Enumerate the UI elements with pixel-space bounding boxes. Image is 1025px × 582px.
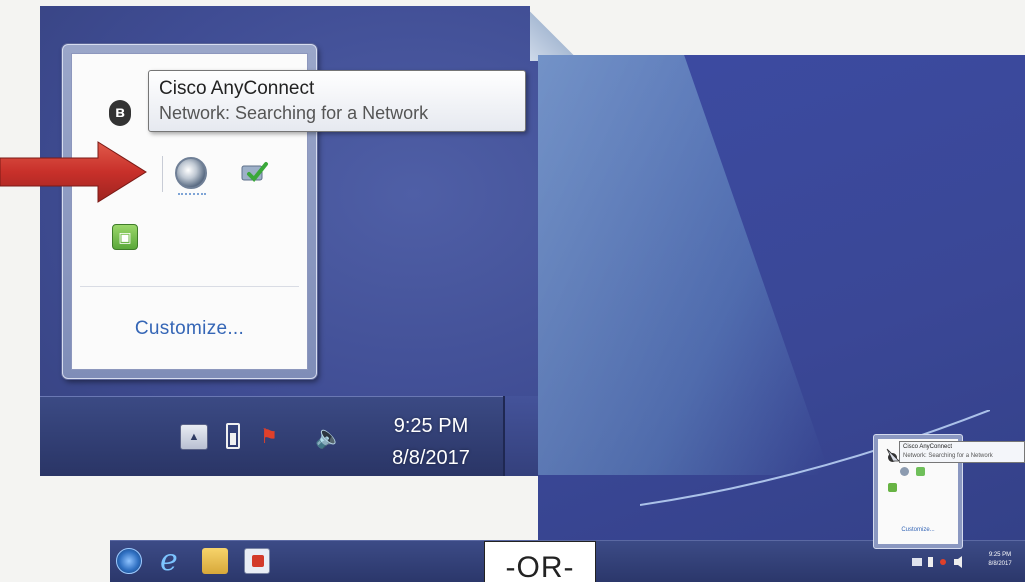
mini-green-app-icon xyxy=(888,483,897,492)
tooltip-status-text: Network: Searching for a Network xyxy=(159,103,429,123)
mini-anyconnect-tooltip: Cisco AnyConnect Network: Searching for … xyxy=(899,441,1025,463)
network-check-icon[interactable] xyxy=(239,160,269,186)
battery-icon[interactable] xyxy=(226,423,240,449)
tooltip-title: Cisco AnyConnect xyxy=(159,78,315,99)
mini-customize-link: Customize... xyxy=(901,527,935,533)
clock-date: 8/8/2017 xyxy=(392,447,470,469)
mini-tray-icons xyxy=(912,556,962,568)
or-separator-label: -OR- xyxy=(484,541,596,582)
internet-explorer-icon[interactable]: e xyxy=(160,546,186,576)
cisco-anyconnect-icon[interactable] xyxy=(175,157,207,189)
mini-network-check-icon xyxy=(916,467,925,476)
mini-tooltip-text: Network: Searching for a Network xyxy=(903,453,993,459)
anyconnect-tooltip: Cisco AnyConnect Network: Searching for … xyxy=(148,70,526,132)
icon-divider xyxy=(162,156,163,192)
red-arrow-icon xyxy=(0,141,147,203)
popup-divider xyxy=(80,286,299,287)
mini-taskbar-clock: 9:25 PM 8/8/2017 xyxy=(980,551,1020,569)
volume-icon[interactable]: 🔈 xyxy=(315,424,342,450)
bluetooth-icon[interactable]: ʙ xyxy=(109,100,131,126)
mini-pointer-arrow-icon xyxy=(886,448,900,462)
mini-anyconnect-icon xyxy=(900,467,909,476)
start-orb-icon[interactable] xyxy=(116,548,142,574)
customize-link[interactable]: Customize... xyxy=(72,318,307,340)
show-hidden-icons-button[interactable]: ▲ xyxy=(180,424,208,450)
green-app-icon[interactable]: ▣ xyxy=(112,224,138,250)
taskbar-clock[interactable]: 9:25 PM 8/8/2017 xyxy=(376,410,486,474)
page-fold-corner xyxy=(530,6,575,61)
action-center-icon[interactable]: ⚑ xyxy=(260,426,284,448)
clock-time: 9:25 PM xyxy=(393,415,469,437)
mini-clock-date: 8/8/2017 xyxy=(988,561,1012,567)
anyconnect-status-indicator xyxy=(178,193,206,196)
media-player-icon[interactable] xyxy=(244,548,270,574)
mini-tooltip-title: Cisco AnyConnect xyxy=(903,444,953,450)
file-explorer-icon[interactable] xyxy=(202,548,228,574)
mini-clock-time: 9:25 PM xyxy=(988,552,1012,558)
